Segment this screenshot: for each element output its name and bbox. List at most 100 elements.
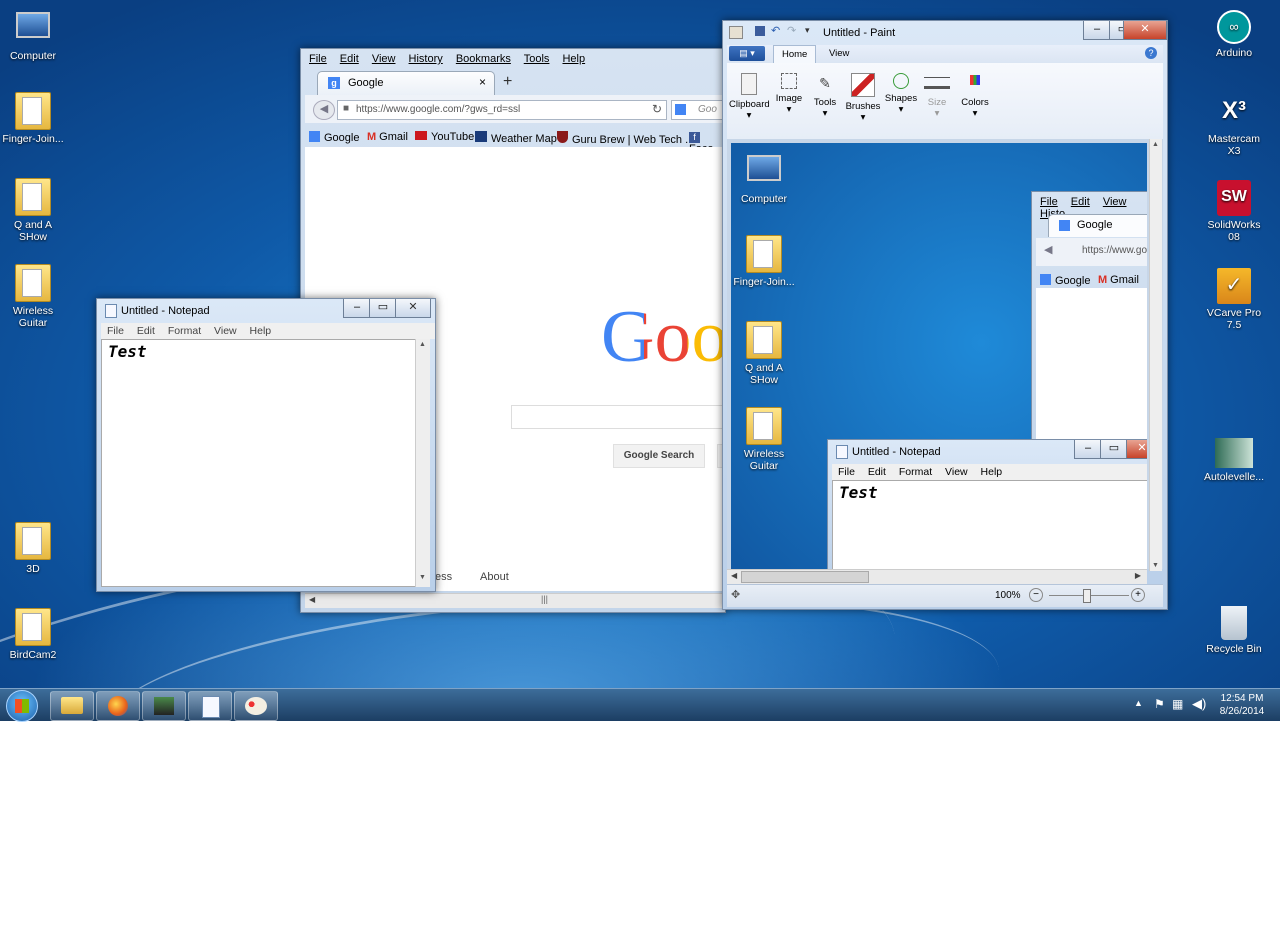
start-button[interactable] bbox=[6, 690, 38, 722]
network-icon[interactable]: ▦ bbox=[1172, 697, 1183, 711]
menu-edit[interactable]: Edit bbox=[137, 325, 155, 337]
group-label: Brushes bbox=[845, 101, 881, 112]
scroll-down-arrow-icon[interactable]: ▼ bbox=[1152, 562, 1159, 569]
redo-quick-icon[interactable]: ↷ bbox=[787, 24, 796, 37]
bookmark-google[interactable]: Google bbox=[309, 131, 359, 144]
notepad-text-area[interactable]: Test bbox=[101, 339, 417, 587]
ribbon-clipboard[interactable]: Clipboard ▾ bbox=[729, 69, 770, 121]
volume-icon[interactable]: ◀) bbox=[1192, 696, 1206, 712]
notepad-vertical-scrollbar[interactable]: ▲ ▼ bbox=[415, 339, 430, 587]
zoom-in-icon[interactable]: + bbox=[1131, 588, 1145, 602]
desktop-icon-wireless-guitar[interactable]: Wireless Guitar bbox=[0, 264, 66, 329]
taskbar-explorer[interactable] bbox=[50, 691, 94, 721]
scroll-up-arrow-icon[interactable]: ▲ bbox=[419, 341, 426, 348]
help-icon[interactable]: ? bbox=[1145, 47, 1157, 59]
menu-item: Format bbox=[898, 466, 933, 478]
desktop-icon-qa-show[interactable]: Q and A SHow bbox=[0, 178, 66, 243]
undo-quick-icon[interactable]: ↶ bbox=[771, 24, 780, 37]
bookmark-youtube[interactable]: YouTube bbox=[415, 131, 474, 143]
taskbar-notepad[interactable] bbox=[188, 691, 232, 721]
desktop-icon-computer[interactable]: Computer bbox=[0, 12, 66, 62]
desktop-icon-vcarve[interactable]: ✓ VCarve Pro 7.5 bbox=[1201, 268, 1267, 331]
search-engine-icon bbox=[675, 104, 686, 115]
menu-bookmarks[interactable]: Bookmarks bbox=[456, 53, 511, 65]
ribbon-colors[interactable]: Colors ▾ bbox=[955, 69, 995, 119]
menu-format[interactable]: Format bbox=[168, 325, 201, 337]
ribbon: Clipboard ▾ Image ▾ ✎ Tools ▾ Brushes ▾ Shap… bbox=[727, 63, 1163, 140]
bookmark-gmail[interactable]: M Gmail bbox=[367, 131, 408, 143]
close-button[interactable]: ✕ bbox=[1123, 21, 1167, 40]
ribbon-brushes[interactable]: Brushes ▾ bbox=[841, 69, 885, 123]
taskbar-firefox[interactable] bbox=[96, 691, 140, 721]
back-arrow-icon[interactable]: ◀ bbox=[313, 100, 335, 120]
youtube-icon bbox=[415, 131, 427, 140]
scroll-thumb[interactable] bbox=[741, 571, 869, 583]
zoom-slider-thumb[interactable] bbox=[1083, 589, 1091, 603]
scroll-up-arrow-icon[interactable]: ▲ bbox=[1152, 141, 1159, 148]
tab-home[interactable]: Home bbox=[773, 45, 817, 63]
firefox-horizontal-scrollbar[interactable]: ◀ ||| bbox=[305, 593, 725, 608]
scroll-down-arrow-icon[interactable]: ▼ bbox=[419, 574, 426, 581]
paint-horizontal-scrollbar[interactable]: ◀ ▶ bbox=[727, 569, 1147, 584]
clock[interactable]: 12:54 PM 8/26/2014 bbox=[1212, 692, 1272, 718]
url-bar[interactable]: ■ https://www.google.com/?gws_rd=ssl ↻ bbox=[337, 100, 667, 120]
footer-business-link[interactable]: ess bbox=[435, 571, 452, 583]
desktop-icon-mastercam[interactable]: X³ Mastercam X3 bbox=[1201, 94, 1267, 157]
tab-view[interactable]: View bbox=[829, 48, 849, 59]
scroll-thumb-grip-icon[interactable]: ||| bbox=[541, 594, 548, 604]
flag-icon[interactable]: ⚑ bbox=[1154, 697, 1165, 711]
menu-edit[interactable]: Edit bbox=[340, 53, 359, 65]
ribbon-tools[interactable]: ✎ Tools ▾ bbox=[805, 69, 845, 119]
desktop-icon-recycle-bin[interactable]: Recycle Bin bbox=[1201, 606, 1267, 655]
notepad-window[interactable]: Untitled - Notepad – ▭ ✕ File Edit Forma… bbox=[96, 298, 436, 592]
menu-view[interactable]: View bbox=[214, 325, 237, 337]
menu-item: Edit bbox=[867, 466, 886, 478]
minimize-button[interactable]: – bbox=[1083, 21, 1111, 40]
paint-menu-button[interactable]: ▤ ▾ bbox=[729, 46, 765, 61]
new-tab-button[interactable]: + bbox=[503, 73, 512, 91]
save-quick-icon[interactable] bbox=[755, 26, 765, 36]
menu-file[interactable]: File bbox=[309, 53, 327, 65]
reload-icon[interactable]: ↻ bbox=[652, 102, 662, 116]
bookmark-guru-brew[interactable]: Guru Brew | Web Tech ... bbox=[557, 131, 694, 146]
taskbar-app-3[interactable] bbox=[142, 691, 186, 721]
close-button[interactable]: ✕ bbox=[395, 299, 431, 318]
bookmarks-toolbar: Google M Gmail YouTube Weather Map Guru B… bbox=[305, 125, 725, 155]
scroll-left-arrow-icon[interactable]: ◀ bbox=[309, 595, 315, 604]
desktop-icon-solidworks[interactable]: SW SolidWorks 08 bbox=[1201, 180, 1267, 243]
paint-vertical-scrollbar[interactable]: ▲ ▼ bbox=[1149, 139, 1162, 571]
minimize-button[interactable]: – bbox=[343, 299, 371, 318]
show-hidden-icons-icon[interactable]: ▲ bbox=[1134, 698, 1143, 708]
canvas-bookmarks: Google M Gmail bbox=[1036, 268, 1147, 288]
menu-help[interactable]: Help bbox=[250, 325, 272, 337]
desktop-icon-autoleveller[interactable]: Autolevelle... bbox=[1201, 438, 1267, 483]
taskbar-paint[interactable] bbox=[234, 691, 278, 721]
scroll-right-arrow-icon[interactable]: ▶ bbox=[1135, 571, 1141, 580]
customize-quick-icon[interactable]: ▾ bbox=[805, 25, 810, 36]
paint-canvas[interactable]: Computer Finger-Join... Q and A SHow Wir… bbox=[731, 143, 1147, 569]
ribbon-image[interactable]: Image ▾ bbox=[769, 69, 809, 115]
desktop-icon-finger-joint[interactable]: Finger-Join... bbox=[0, 92, 66, 145]
google-search-input[interactable] bbox=[511, 405, 726, 429]
menu-history[interactable]: History bbox=[409, 53, 443, 65]
tab-google[interactable]: g Google × bbox=[317, 71, 495, 96]
footer-about-link[interactable]: About bbox=[480, 571, 509, 583]
desktop-icon-3d[interactable]: 3D bbox=[0, 522, 66, 575]
google-search-button[interactable]: Google Search bbox=[613, 444, 705, 468]
maximize-button[interactable]: ▭ bbox=[369, 299, 397, 318]
menu-file[interactable]: File bbox=[107, 325, 124, 337]
menu-view[interactable]: View bbox=[372, 53, 396, 65]
zoom-slider[interactable] bbox=[1049, 589, 1129, 603]
bookmark-weather-map[interactable]: Weather Map bbox=[475, 131, 557, 145]
scroll-left-arrow-icon[interactable]: ◀ bbox=[731, 571, 737, 580]
desktop-icon-birdcam2[interactable]: BirdCam2 bbox=[0, 608, 66, 661]
menu-tools[interactable]: Tools bbox=[524, 53, 550, 65]
desktop-icon-arduino[interactable]: ∞ Arduino bbox=[1201, 10, 1267, 59]
ribbon-size[interactable]: Size ▾ bbox=[917, 69, 957, 119]
paint-window[interactable]: ↶ ↷ ▾ Untitled - Paint – ▭ ✕ ▤ ▾ Home Vi… bbox=[722, 20, 1168, 610]
ribbon-shapes[interactable]: Shapes ▾ bbox=[881, 69, 921, 115]
tab-close-icon[interactable]: × bbox=[479, 75, 486, 89]
dropdown-arrow-icon: ▾ bbox=[898, 104, 904, 115]
menu-help[interactable]: Help bbox=[562, 53, 585, 65]
zoom-out-icon[interactable]: − bbox=[1029, 588, 1043, 602]
